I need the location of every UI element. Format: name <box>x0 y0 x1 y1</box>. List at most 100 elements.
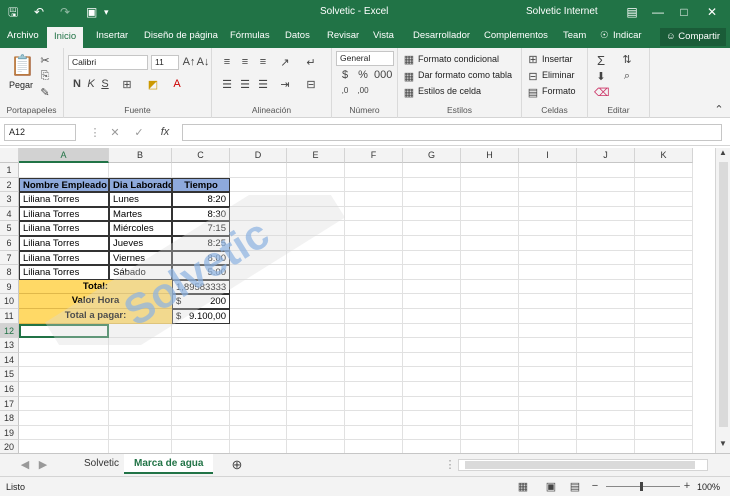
column-header[interactable]: A <box>19 148 109 163</box>
table-data-cell[interactable]: Martes <box>109 206 172 222</box>
grid-cell[interactable] <box>19 338 109 353</box>
grid-cell[interactable] <box>230 192 287 207</box>
autosum-icon[interactable]: Σ <box>594 53 608 68</box>
grid-cell[interactable] <box>577 294 635 309</box>
grid-cell[interactable] <box>577 163 635 178</box>
active-cell-a12[interactable] <box>19 323 109 339</box>
scroll-up-icon[interactable]: ▲ <box>716 148 730 157</box>
grid-cell[interactable] <box>345 425 403 441</box>
grid-cell[interactable] <box>230 425 287 441</box>
decrease-decimal-icon[interactable]: ,00 <box>356 86 370 95</box>
row-header[interactable]: 4 <box>0 206 19 222</box>
grid-cell[interactable] <box>109 352 172 368</box>
cancel-formula-icon[interactable]: ✕ <box>108 126 122 139</box>
grid-cell[interactable] <box>19 352 109 368</box>
grid-cell[interactable] <box>109 382 172 397</box>
row-header[interactable]: 5 <box>0 221 19 236</box>
row-header[interactable]: 15 <box>0 367 19 382</box>
grid-cell[interactable] <box>345 250 403 266</box>
table-data-cell[interactable]: Jueves <box>109 236 172 251</box>
grid-cell[interactable] <box>172 323 230 339</box>
grid-cell[interactable] <box>287 294 345 309</box>
grid-cell[interactable] <box>519 265 577 280</box>
grid-cell[interactable] <box>287 250 345 266</box>
grid-cell[interactable] <box>461 294 519 309</box>
grid-cell[interactable] <box>461 338 519 353</box>
table-data-cell[interactable]: Liliana Torres <box>19 206 109 222</box>
table-data-cell[interactable]: Liliana Torres <box>19 221 109 236</box>
grid-cell[interactable] <box>345 206 403 222</box>
grid-cell[interactable] <box>461 367 519 382</box>
fill-color-icon[interactable]: ◩ <box>146 78 160 91</box>
grid-cell[interactable] <box>345 367 403 382</box>
grid-cell[interactable] <box>345 163 403 178</box>
grid-cell[interactable] <box>635 425 693 441</box>
grid-cell[interactable] <box>230 323 287 339</box>
grid-cell[interactable] <box>461 250 519 266</box>
horizontal-scrollbar[interactable] <box>458 459 708 471</box>
sheet-tab-solvetic[interactable]: Solvetic <box>74 454 129 474</box>
table-data-cell[interactable]: 7:15 <box>172 221 230 236</box>
tab-datos[interactable]: Datos <box>285 30 310 41</box>
grid-cell[interactable] <box>403 177 461 193</box>
delete-cells-icon[interactable]: ⊟ <box>526 70 540 83</box>
row-header[interactable]: 19 <box>0 425 19 441</box>
table-data-cell[interactable]: Liliana Torres <box>19 250 109 266</box>
grid-cell[interactable] <box>519 425 577 441</box>
row-header[interactable]: 2 <box>0 177 19 193</box>
grid-cell[interactable] <box>519 236 577 251</box>
insert-cells-icon[interactable]: ⊞ <box>526 53 540 66</box>
shrink-font-icon[interactable]: A↓ <box>196 56 210 68</box>
grid-cell[interactable] <box>109 163 172 178</box>
row-header[interactable]: 3 <box>0 192 19 207</box>
grid-cell[interactable] <box>109 411 172 426</box>
clear-icon[interactable]: ⌫ <box>594 86 610 99</box>
grid-cell[interactable] <box>577 352 635 368</box>
grid-cell[interactable] <box>345 279 403 295</box>
tab-diseno-pagina[interactable]: Diseño de página <box>144 30 218 41</box>
grid-cell[interactable] <box>287 382 345 397</box>
grid-cell[interactable] <box>635 396 693 412</box>
grid-cell[interactable] <box>519 338 577 353</box>
grid-cell[interactable] <box>635 250 693 266</box>
grid-cell[interactable] <box>519 177 577 193</box>
grid-cell[interactable] <box>345 294 403 309</box>
grid-cell[interactable] <box>461 236 519 251</box>
grid-cell[interactable] <box>461 163 519 178</box>
grid-cell[interactable] <box>287 425 345 441</box>
grid-cell[interactable] <box>519 367 577 382</box>
grid-cell[interactable] <box>577 221 635 236</box>
grid-cell[interactable] <box>635 323 693 339</box>
save-icon[interactable]: 🖫 <box>8 4 18 20</box>
grid-cell[interactable] <box>345 309 403 324</box>
comma-style-icon[interactable]: 000 <box>374 69 392 81</box>
table-data-cell[interactable]: 8:25 <box>172 236 230 251</box>
align-right-icon[interactable]: ☰ <box>256 78 270 91</box>
grid-cell[interactable] <box>519 192 577 207</box>
format-painter-icon[interactable]: ✎ <box>38 86 52 99</box>
ribbon-options-icon[interactable]: ▤ <box>620 3 644 21</box>
paste-icon[interactable]: 📋 <box>10 53 35 78</box>
table-data-cell[interactable]: Viernes <box>109 250 172 266</box>
grid-cell[interactable] <box>577 309 635 324</box>
grid-cell[interactable] <box>287 396 345 412</box>
column-header[interactable]: D <box>230 148 287 163</box>
grid-cell[interactable] <box>577 177 635 193</box>
grid-cell[interactable] <box>230 309 287 324</box>
grid-cell[interactable] <box>635 236 693 251</box>
grid-cell[interactable] <box>519 294 577 309</box>
grid-cell[interactable] <box>577 323 635 339</box>
table-data-cell[interactable]: Miércoles <box>109 221 172 236</box>
conditional-format-button[interactable]: Formato condicional <box>418 54 499 64</box>
font-color-icon[interactable]: A <box>170 78 184 90</box>
align-center-icon[interactable]: ☰ <box>238 78 252 91</box>
grid-cell[interactable] <box>172 411 230 426</box>
grid-cell[interactable] <box>403 221 461 236</box>
grid-cell[interactable] <box>19 367 109 382</box>
camera-icon[interactable]: ▣ <box>86 4 97 20</box>
tab-vista[interactable]: Vista <box>373 30 394 41</box>
maximize-icon[interactable]: □ <box>672 3 696 21</box>
grid-cell[interactable] <box>19 396 109 412</box>
column-header[interactable]: F <box>345 148 403 163</box>
cell-styles-icon[interactable]: ▦ <box>402 86 416 99</box>
